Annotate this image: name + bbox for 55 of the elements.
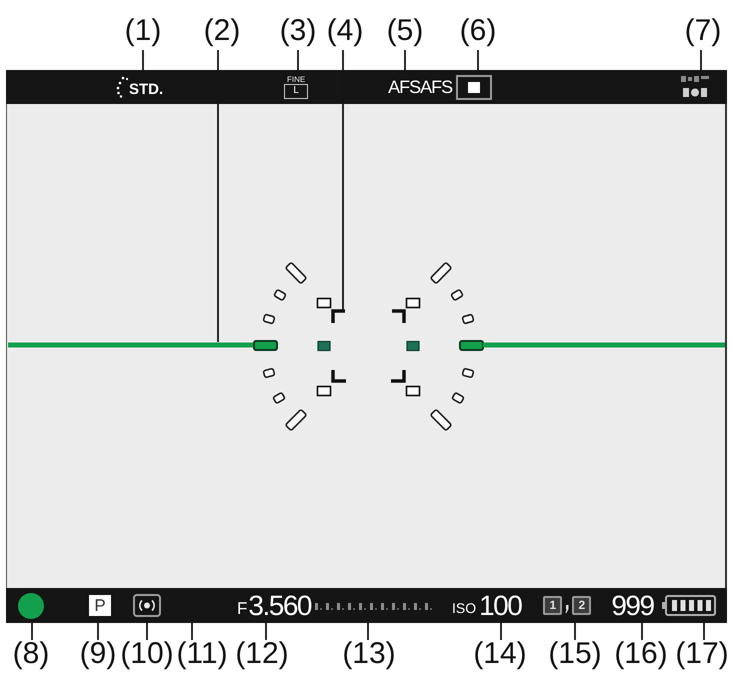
level-marker xyxy=(459,340,484,351)
af-point-box xyxy=(316,386,332,396)
status-dot-icon xyxy=(18,592,44,618)
callout-label: (2) xyxy=(204,14,240,48)
tilt-scale-mark xyxy=(461,313,475,325)
tilt-scale-mark xyxy=(461,368,475,378)
af-frame-corner xyxy=(391,370,406,383)
separator-mark-icon xyxy=(565,604,570,612)
callout-label: (4) xyxy=(326,14,364,48)
callout-label: (7) xyxy=(684,14,722,48)
aperture-prefix: F xyxy=(237,600,248,618)
dotted-arc-icon xyxy=(116,76,128,98)
callout-label: (6) xyxy=(460,14,496,48)
tilt-scale-mark xyxy=(262,368,276,378)
af-frame-corner xyxy=(392,309,406,323)
af-frame-corner xyxy=(331,309,345,323)
center-point xyxy=(317,340,331,352)
tilt-scale-mark xyxy=(272,392,286,404)
callout-label: (15) xyxy=(548,637,602,671)
callout-label: (16) xyxy=(614,637,668,671)
card-slot-indicator: 2 xyxy=(572,596,592,615)
metering-icon xyxy=(133,594,161,617)
callout-label: (1) xyxy=(124,14,162,48)
callout-label: (9) xyxy=(80,637,116,671)
callout-label: (13) xyxy=(342,637,396,671)
af-point-box xyxy=(406,386,420,396)
tilt-scale-mark xyxy=(273,288,287,302)
tilt-scale-mark xyxy=(450,288,464,302)
callout-label: (14) xyxy=(473,637,527,671)
shots-remaining: 999 xyxy=(611,590,654,620)
af-point-box xyxy=(316,298,332,308)
level-marker xyxy=(253,340,278,351)
af-frame-corner xyxy=(331,370,346,383)
af-point-box xyxy=(406,298,420,308)
shooting-mode-indicator: P xyxy=(89,595,111,616)
tilt-scale-mark xyxy=(262,313,276,325)
center-point xyxy=(406,340,420,352)
picture-style-label: STD. xyxy=(129,82,164,98)
callout-label: (3) xyxy=(280,14,316,48)
tilt-scale-mark xyxy=(451,392,465,404)
callout-label: (17) xyxy=(675,637,729,671)
iso-prefix: ISO xyxy=(452,600,476,616)
callout-label: (8) xyxy=(12,637,50,671)
framed-square-icon xyxy=(456,74,492,100)
callout-label: (5) xyxy=(386,14,424,48)
iso-value: 100 xyxy=(479,590,522,620)
battery-icon xyxy=(662,595,716,616)
callout-label: (10) xyxy=(120,637,174,671)
callout-label: (12) xyxy=(235,637,289,671)
callout-label: (11) xyxy=(176,637,228,671)
quality-label: FINE xyxy=(287,75,306,84)
image-size-indicator: L xyxy=(284,84,308,99)
exposure-reading: 3.560 xyxy=(248,590,311,620)
af-mode-label: AFSAFS xyxy=(388,77,452,97)
card-slot-indicator: 1 xyxy=(543,596,562,615)
